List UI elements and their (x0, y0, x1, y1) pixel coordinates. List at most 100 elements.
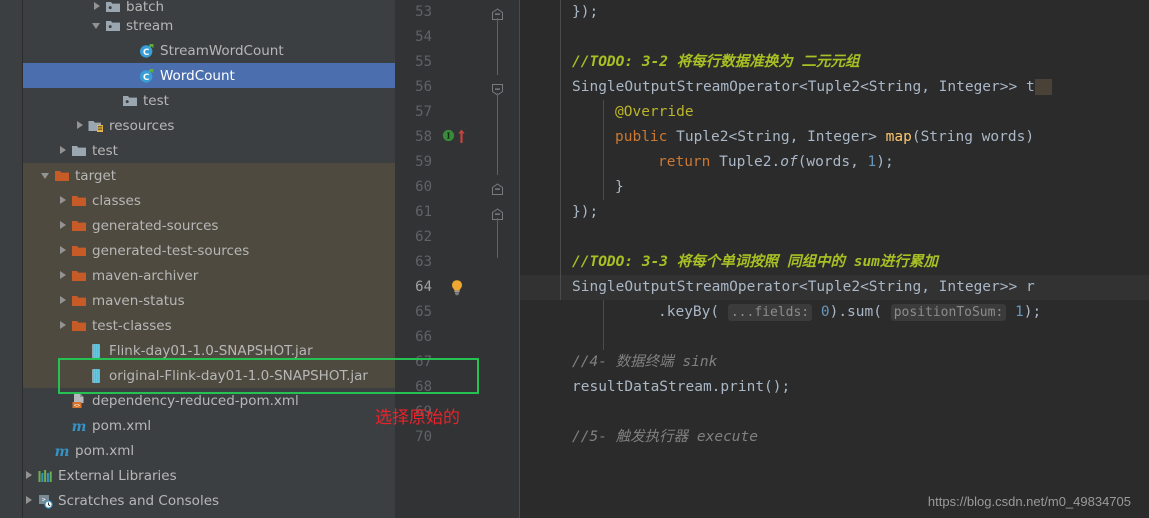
code-content-area[interactable]: }); //TODO: 3-2 将每行数据准换为 二元元组 SingleOutput… (520, 0, 1149, 518)
intention-bulb-icon[interactable] (449, 279, 465, 301)
chevron-right-icon[interactable] (57, 188, 70, 213)
chevron-right-icon[interactable] (57, 213, 70, 238)
package-folder-icon (104, 17, 122, 35)
svg-text:C: C (143, 73, 149, 83)
tree-node[interactable]: >_ Scratches and Consoles (23, 488, 395, 513)
tree-node[interactable]: resources (23, 113, 395, 138)
code-line[interactable]: SingleOutputStreamOperator<Tuple2<String… (520, 75, 1149, 100)
tree-node[interactable]: batch (23, 0, 395, 15)
ide-window: batch stream C StreamWordCount C WordCount tes… (0, 0, 1149, 518)
excluded-folder-icon (70, 242, 88, 260)
tree-node[interactable]: test (23, 138, 395, 163)
code-token: resultDataStream.print(); (572, 379, 791, 395)
code-token: SingleOutputStreamOperator<Tuple2<String… (572, 279, 1035, 295)
code-token: (words, (797, 154, 868, 170)
fold-collapse-start-icon[interactable] (491, 181, 504, 195)
tree-node[interactable]: m pom.xml (23, 438, 395, 463)
tree-node[interactable]: original-Flink-day01-1.0-SNAPSHOT.jar (23, 363, 395, 388)
indent-guide (560, 0, 561, 300)
chevron-right-icon[interactable] (57, 313, 70, 338)
chevron-right-icon[interactable] (23, 463, 36, 488)
tree-node[interactable]: maven-status (23, 288, 395, 313)
line-number: 68 (415, 379, 432, 395)
resources-folder-icon (87, 117, 105, 135)
maven-pom-icon: m (53, 442, 71, 460)
code-line[interactable]: resultDataStream.print(); (520, 375, 1149, 400)
tree-node[interactable]: m pom.xml (23, 413, 395, 438)
code-line[interactable]: }); (520, 200, 1149, 225)
code-line[interactable]: //5- 触发执行器 execute (520, 425, 1149, 450)
fold-region-line (497, 93, 498, 175)
overriding-arrow-icon[interactable] (456, 128, 467, 150)
tree-node[interactable]: stream (23, 13, 395, 38)
tree-node-label: Scratches and Consoles (58, 492, 220, 509)
tree-node[interactable]: C StreamWordCount (23, 38, 395, 63)
code-line[interactable]: public Tuple2<String, Integer> map(Strin… (520, 125, 1149, 150)
tree-node-label: External Libraries (58, 467, 177, 484)
tree-node[interactable]: maven-archiver (23, 263, 395, 288)
jar-file-icon (87, 367, 105, 385)
indent-guide (603, 100, 604, 200)
intention-bulb-icon (449, 279, 465, 297)
code-editor[interactable]: 53 54 55 56 57 58 59 60 61 62 63 64 65 66 67 68 69 70 I }… (395, 0, 1149, 518)
code-line[interactable]: //TODO: 3-3 将每个单词按照 同组中的 sum进行累加 (520, 250, 1149, 275)
line-number: 66 (415, 329, 432, 345)
chevron-down-icon[interactable] (40, 163, 53, 188)
maven-pom-icon: m (70, 417, 88, 435)
tree-node[interactable]: <> dependency-reduced-pom.xml (23, 388, 395, 413)
tree-node[interactable]: test-classes (23, 313, 395, 338)
code-line[interactable]: //TODO: 3-2 将每行数据准换为 二元元组 (520, 50, 1149, 75)
line-number: 64 (415, 279, 432, 295)
tree-node[interactable]: target (23, 163, 395, 188)
tree-node[interactable]: External Libraries (23, 463, 395, 488)
excluded-folder-icon (70, 317, 88, 335)
chevron-right-icon[interactable] (57, 238, 70, 263)
code-token: ).sum( (829, 304, 882, 320)
code-line[interactable] (520, 325, 1149, 350)
code-token: //TODO: 3-3 将每个单词按照 同组中的 sum进行累加 (572, 254, 938, 270)
tree-node[interactable]: test (23, 88, 395, 113)
code-line[interactable] (520, 25, 1149, 50)
java-class-runnable-icon: C (138, 42, 156, 60)
tree-node[interactable]: C WordCount (23, 63, 395, 88)
tree-node[interactable]: generated-test-sources (23, 238, 395, 263)
code-line[interactable]: SingleOutputStreamOperator<Tuple2<String… (520, 275, 1149, 300)
code-line[interactable]: .keyBy( ...fields: 0).sum( positionToSum… (520, 300, 1149, 325)
chevron-right-icon[interactable] (74, 113, 87, 138)
tree-node[interactable]: Flink-day01-1.0-SNAPSHOT.jar (23, 338, 395, 363)
tree-node-label: test (143, 92, 169, 109)
chevron-down-icon[interactable] (91, 13, 104, 38)
project-tree[interactable]: batch stream C StreamWordCount C WordCount tes… (23, 0, 395, 518)
tree-node[interactable]: generated-sources (23, 213, 395, 238)
code-line[interactable]: }); (520, 0, 1149, 25)
libraries-icon (36, 467, 54, 485)
chevron-right-icon[interactable] (57, 138, 70, 163)
code-line[interactable] (520, 400, 1149, 425)
chevron-right-icon[interactable] (23, 488, 36, 513)
chevron-right-icon[interactable] (57, 288, 70, 313)
chevron-right-icon[interactable] (57, 263, 70, 288)
implementing-method-icon[interactable]: I (442, 129, 455, 151)
code-line[interactable]: //4- 数据终端 sink (520, 350, 1149, 375)
sidebar-left-gutter (0, 0, 22, 518)
excluded-folder-icon (70, 267, 88, 285)
tree-node-label: resources (109, 117, 175, 134)
tree-node-label: maven-archiver (92, 267, 199, 284)
red-annotation-text: 选择原始的 (375, 408, 460, 428)
code-line[interactable]: } (520, 175, 1149, 200)
line-number-gutter: 53 54 55 56 57 58 59 60 61 62 63 64 65 66 67 68 69 70 (395, 0, 440, 518)
code-line[interactable]: return Tuple2.of(words, 1); (520, 150, 1149, 175)
gutter-icon-strip[interactable]: I (440, 0, 475, 518)
code-token: 0 (820, 304, 830, 320)
xml-file-icon: <> (70, 392, 88, 410)
code-line[interactable] (520, 225, 1149, 250)
code-token: 1 (1015, 304, 1024, 320)
tree-node-label: classes (92, 192, 141, 209)
code-folding-strip[interactable] (475, 0, 520, 518)
line-number: 61 (415, 204, 432, 220)
code-line[interactable]: @Override (520, 100, 1149, 125)
overriding-arrow-icon (456, 128, 467, 146)
code-token: }); (572, 4, 599, 20)
line-number: 53 (415, 4, 432, 20)
tree-node[interactable]: classes (23, 188, 395, 213)
